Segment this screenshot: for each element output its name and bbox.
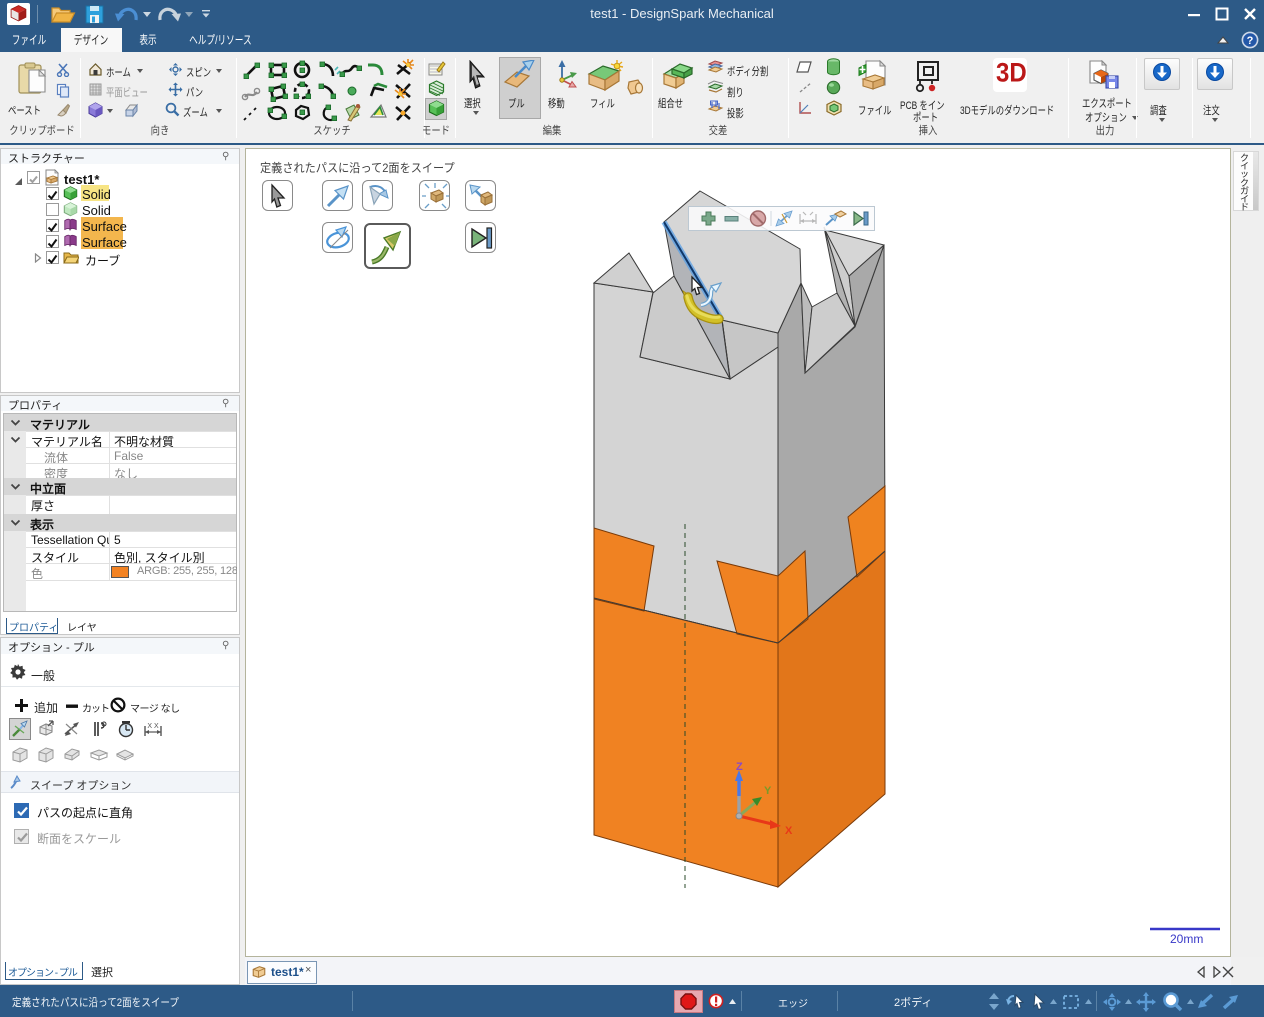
svg-text:X X: X X: [147, 723, 159, 730]
svg-text:X: X: [785, 825, 793, 837]
svg-text:Y: Y: [764, 785, 772, 797]
svg-text:20mm: 20mm: [1170, 932, 1203, 946]
svg-text:?: ?: [1247, 35, 1254, 47]
svg-text:Z: Z: [736, 761, 743, 773]
